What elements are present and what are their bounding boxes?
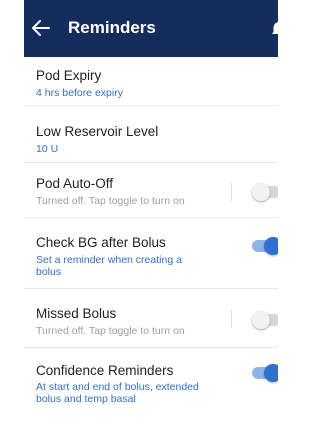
reminder-row-low-reservoir[interactable]: Low Reservoir Level 10 U bbox=[24, 106, 278, 163]
toggle-knob bbox=[252, 183, 270, 201]
reminder-label: Pod Expiry bbox=[36, 68, 102, 83]
row-divider bbox=[231, 310, 232, 328]
reminders-screen: Reminders Pod Expiry 4 hrs before expiry… bbox=[24, 0, 278, 438]
check-bg-toggle[interactable] bbox=[252, 237, 278, 255]
reminder-row-pod-auto-off[interactable]: Pod Auto-Off Turned off. Tap toggle to t… bbox=[24, 163, 278, 218]
row-divider bbox=[231, 183, 232, 201]
reminder-row-check-bg[interactable]: Check BG after Bolus Set a reminder when… bbox=[24, 218, 278, 289]
reminder-label: Check BG after Bolus bbox=[36, 235, 166, 250]
reminder-row-pod-expiry[interactable]: Pod Expiry 4 hrs before expiry bbox=[24, 57, 278, 106]
reminder-label: Confidence Reminders bbox=[36, 363, 174, 378]
reminder-list: Pod Expiry 4 hrs before expiry Low Reser… bbox=[24, 57, 278, 438]
arrow-left-icon[interactable] bbox=[30, 17, 52, 39]
reminder-detail: Turned off. Tap toggle to turn on bbox=[36, 195, 185, 207]
reminder-label: Pod Auto-Off bbox=[36, 176, 114, 191]
missed-bolus-toggle[interactable] bbox=[252, 311, 278, 329]
screen: Reminders Pod Expiry 4 hrs before expiry… bbox=[0, 0, 278, 438]
reminder-detail-line2: bolus bbox=[36, 266, 62, 278]
reminder-detail: 4 hrs before expiry bbox=[36, 87, 123, 99]
reminder-detail-line1: At start and end of bolus, extended bbox=[36, 381, 199, 393]
toggle-knob bbox=[252, 311, 270, 329]
reminder-row-confidence[interactable]: Confidence Reminders At start and end of… bbox=[24, 348, 278, 438]
confidence-reminders-toggle[interactable] bbox=[252, 364, 278, 382]
app-header: Reminders bbox=[24, 0, 278, 57]
reminder-detail-line2: bolus and temp basal bbox=[36, 393, 136, 405]
reminder-row-missed-bolus[interactable]: Missed Bolus Turned off. Tap toggle to t… bbox=[24, 289, 278, 348]
toggle-knob bbox=[264, 237, 278, 255]
pod-auto-off-toggle[interactable] bbox=[252, 183, 278, 201]
reminder-label: Missed Bolus bbox=[36, 306, 117, 321]
reminder-detail-line1: Set a reminder when creating a bbox=[36, 254, 182, 266]
toggle-knob bbox=[264, 364, 278, 382]
reminder-detail: Turned off. Tap toggle to turn on bbox=[36, 325, 185, 337]
page-title: Reminders bbox=[68, 18, 156, 37]
reminder-label: Low Reservoir Level bbox=[36, 124, 159, 139]
bell-icon[interactable] bbox=[272, 19, 278, 37]
reminder-detail: 10 U bbox=[36, 143, 59, 155]
